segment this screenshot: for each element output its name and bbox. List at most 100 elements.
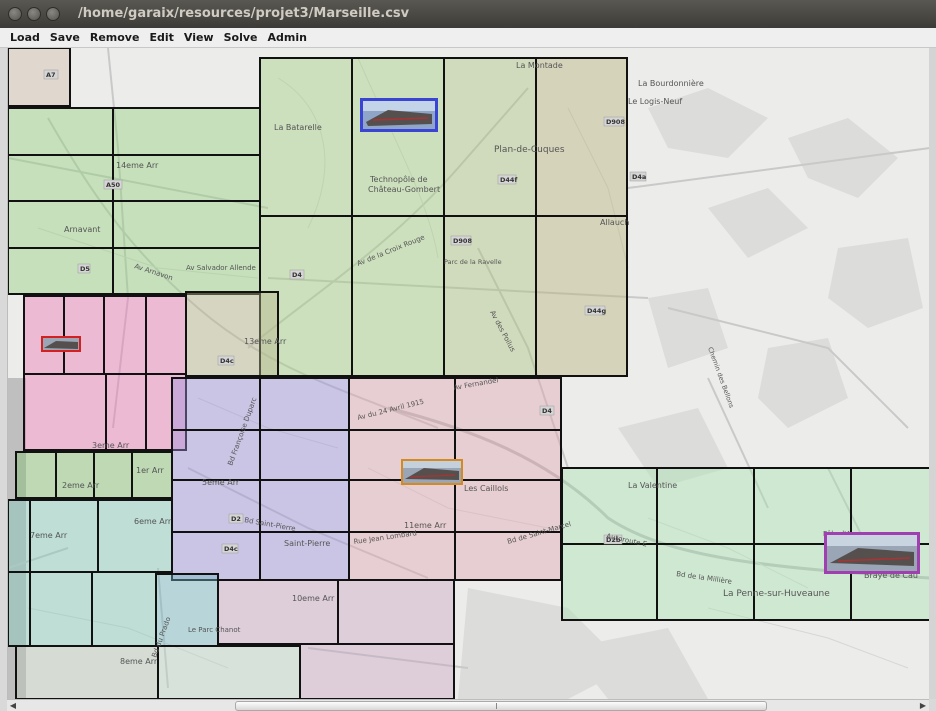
menu-bar: Load Save Remove Edit View Solve Admin bbox=[0, 28, 936, 48]
zone-tile[interactable] bbox=[23, 373, 107, 451]
menu-admin[interactable]: Admin bbox=[267, 31, 306, 44]
depot-marker[interactable] bbox=[360, 98, 438, 132]
zone-tile[interactable] bbox=[8, 247, 114, 295]
zone-tile[interactable] bbox=[105, 373, 147, 451]
zone-tile[interactable] bbox=[93, 451, 133, 499]
zone-tile[interactable] bbox=[259, 57, 353, 217]
vertical-scrollbar[interactable] bbox=[929, 48, 936, 699]
road-shield: D5 bbox=[77, 263, 90, 274]
zone-tile[interactable] bbox=[29, 571, 93, 647]
zone-tile[interactable] bbox=[8, 499, 31, 573]
road-shield: D4a bbox=[629, 171, 646, 182]
zone-tile[interactable] bbox=[157, 645, 301, 699]
zone-tile[interactable] bbox=[535, 57, 628, 217]
zone-tile[interactable] bbox=[656, 467, 755, 545]
zone-tile[interactable] bbox=[63, 295, 105, 375]
scroll-left-arrow-icon[interactable]: ◀ bbox=[7, 700, 19, 711]
scroll-right-arrow-icon[interactable]: ▶ bbox=[917, 700, 929, 711]
road-shield: D4c bbox=[217, 355, 235, 366]
place-label: 7eme Arr bbox=[30, 531, 68, 540]
place-label: 5eme Arr bbox=[202, 478, 240, 487]
place-label: Saint-Pierre bbox=[284, 539, 330, 548]
zone-tile[interactable] bbox=[131, 451, 173, 499]
svg-text:D44g: D44g bbox=[587, 307, 606, 315]
zone-tile[interactable] bbox=[145, 295, 187, 375]
place-label: La Batarelle bbox=[274, 123, 322, 132]
zone-tile[interactable] bbox=[351, 215, 445, 377]
map-view[interactable]: D908 D44f D4a D4 D44g D908 D4c D2 D2b D4… bbox=[7, 48, 931, 699]
place-label: La Bourdonnière bbox=[638, 78, 704, 88]
road-shield: D4 bbox=[289, 269, 305, 280]
svg-text:A50: A50 bbox=[106, 181, 121, 189]
zone-tile[interactable] bbox=[8, 571, 31, 647]
zone-tile[interactable] bbox=[217, 579, 339, 645]
road-shield: D4 bbox=[539, 405, 555, 416]
place-label: Plan-de-Cuques bbox=[494, 145, 565, 155]
place-label: Les Caillols bbox=[464, 484, 508, 493]
zone-tile[interactable] bbox=[171, 429, 261, 481]
zone-tile[interactable] bbox=[454, 429, 562, 481]
place-label: La Penne-sur-Huveaune bbox=[723, 589, 830, 599]
zone-tile[interactable] bbox=[97, 499, 173, 573]
zone-tile[interactable] bbox=[259, 377, 350, 431]
zone-tile[interactable] bbox=[112, 200, 261, 249]
zone-tile[interactable] bbox=[299, 643, 455, 699]
window-controls bbox=[8, 7, 60, 21]
place-label: Le Logis-Neuf bbox=[628, 97, 682, 106]
horizontal-scrollbar[interactable]: ◀ ▶ bbox=[7, 699, 929, 711]
zone-tile[interactable] bbox=[337, 579, 455, 645]
window-titlebar: /home/garaix/resources/projet3/Marseille… bbox=[0, 0, 936, 28]
place-label: 2eme Arr bbox=[62, 481, 100, 490]
close-window-icon[interactable] bbox=[8, 7, 22, 21]
menu-edit[interactable]: Edit bbox=[149, 31, 173, 44]
road-shield: A50 bbox=[103, 179, 123, 190]
scroll-grip-icon bbox=[496, 703, 497, 709]
zone-tile[interactable] bbox=[535, 215, 628, 377]
menu-solve[interactable]: Solve bbox=[224, 31, 258, 44]
place-label: La Valentine bbox=[628, 481, 677, 490]
place-label: 11eme Arr bbox=[404, 521, 447, 530]
depot-marker[interactable] bbox=[824, 532, 920, 574]
menu-remove[interactable]: Remove bbox=[90, 31, 140, 44]
road-shield: D908 bbox=[450, 235, 472, 246]
svg-text:D44f: D44f bbox=[500, 176, 517, 184]
svg-text:D4c: D4c bbox=[220, 357, 234, 365]
zone-tile[interactable] bbox=[55, 451, 95, 499]
zone-tile[interactable] bbox=[103, 295, 147, 375]
scroll-thumb[interactable] bbox=[235, 701, 767, 711]
zone-tile[interactable] bbox=[8, 48, 71, 107]
place-label: La Montade bbox=[516, 61, 563, 70]
zone-tile[interactable] bbox=[112, 107, 261, 156]
place-label: 3eme Arr bbox=[92, 441, 130, 450]
map-canvas[interactable]: D908 D44f D4a D4 D44g D908 D4c D2 D2b D4… bbox=[8, 48, 930, 699]
svg-text:D4a: D4a bbox=[632, 173, 646, 181]
zone-tile[interactable] bbox=[561, 543, 658, 621]
zone-tile[interactable] bbox=[8, 107, 114, 156]
svg-text:D4: D4 bbox=[292, 271, 302, 279]
zone-tile[interactable] bbox=[171, 531, 261, 581]
zone-tile[interactable] bbox=[15, 451, 57, 499]
svg-text:D5: D5 bbox=[80, 265, 90, 273]
place-label: 13eme Arr bbox=[244, 337, 287, 346]
road-shield: D44g bbox=[584, 305, 606, 316]
svg-text:D4c: D4c bbox=[224, 545, 238, 553]
depot-marker[interactable] bbox=[41, 336, 81, 352]
zone-tile[interactable] bbox=[443, 57, 537, 217]
place-label: 1er Arr bbox=[136, 466, 164, 475]
depot-marker[interactable] bbox=[401, 459, 463, 485]
svg-text:D908: D908 bbox=[606, 118, 625, 126]
zone-tile[interactable] bbox=[23, 295, 65, 375]
place-label: Technopôle de bbox=[369, 174, 428, 184]
window-title: /home/garaix/resources/projet3/Marseille… bbox=[78, 6, 410, 21]
road-label: Av Salvador Allende bbox=[186, 264, 256, 272]
zone-tile[interactable] bbox=[8, 154, 114, 202]
minimize-window-icon[interactable] bbox=[27, 7, 41, 21]
zone-tile[interactable] bbox=[91, 571, 157, 647]
zone-tile[interactable] bbox=[259, 429, 350, 481]
maximize-window-icon[interactable] bbox=[46, 7, 60, 21]
menu-save[interactable]: Save bbox=[50, 31, 80, 44]
zone-tile[interactable] bbox=[15, 645, 159, 699]
menu-load[interactable]: Load bbox=[10, 31, 40, 44]
road-shield: D4c bbox=[221, 543, 239, 554]
menu-view[interactable]: View bbox=[184, 31, 214, 44]
